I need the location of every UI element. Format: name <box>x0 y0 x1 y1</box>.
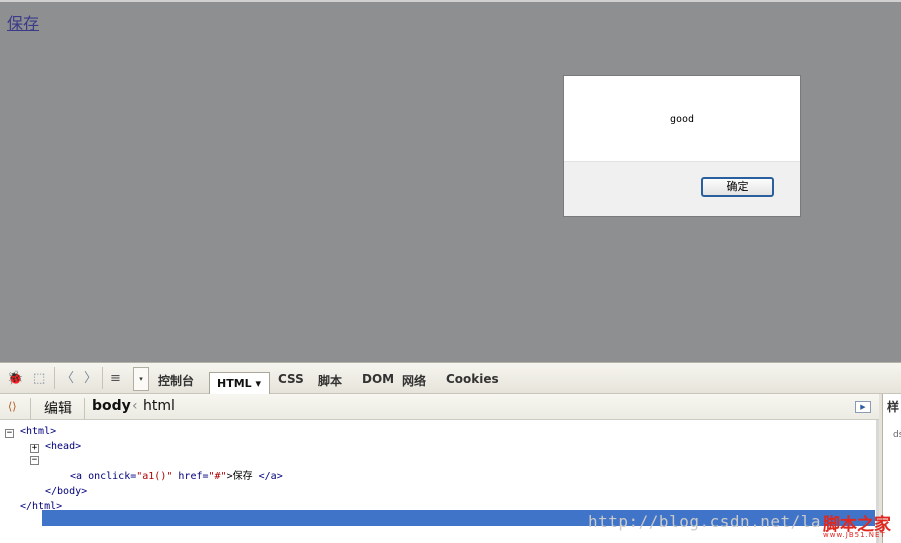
alert-footer: 确定 <box>564 161 800 216</box>
anchor-attr-href: href= <box>178 471 209 482</box>
edit-mode-icon[interactable]: ⟨⟩ <box>8 400 17 413</box>
watermark-brand-sub: www.JB51.NET <box>823 531 886 539</box>
inspect-icon[interactable]: ⬚ <box>33 371 45 387</box>
anchor-val-onclick: "a1()" <box>136 471 173 482</box>
toolbar-divider <box>54 367 55 389</box>
tab-net[interactable]: 网络 <box>402 372 426 389</box>
anchor-tag-close: </a> <box>258 471 283 482</box>
tab-script[interactable]: 脚本 <box>318 372 342 389</box>
toolbar-divider <box>84 398 85 420</box>
firebug-toolbar: 🐞 ⬚ 〈 〉 ≡ ▾ 控制台 HTML ▾ CSS 脚本 DOM 网络 Coo… <box>0 362 901 395</box>
alert-dialog: good 确定 <box>563 75 801 217</box>
toolbar-divider <box>30 398 31 420</box>
toggle-side-panel-icon[interactable]: ▶ <box>855 401 871 413</box>
html-subtoolbar: ⟨⟩ 编辑 body ‹ html ▶ <box>0 394 879 420</box>
forward-icon[interactable]: 〉 <box>84 371 97 387</box>
anchor-attr-onclick: onclick= <box>88 471 137 482</box>
node-body-close[interactable]: </body> <box>45 485 87 499</box>
node-html-close[interactable]: </html> <box>20 500 62 514</box>
breadcrumb-separator-icon: ‹ <box>132 398 138 414</box>
breadcrumb-html[interactable]: html <box>143 398 175 414</box>
edit-button[interactable]: 编辑 <box>44 398 72 418</box>
list-menu-icon[interactable]: ≡ <box>110 371 121 387</box>
node-head[interactable]: <head> <box>45 440 81 454</box>
firebug-bug-icon[interactable]: 🐞 <box>7 371 23 387</box>
breadcrumb-body[interactable]: body <box>92 398 131 414</box>
panel-dropdown[interactable]: ▾ <box>133 367 149 391</box>
watermark-url: http://blog.csdn.net/la <box>588 512 822 531</box>
tab-cookies[interactable]: Cookies <box>446 372 499 386</box>
node-html-open[interactable]: <html> <box>20 425 56 439</box>
browser-top-border <box>0 0 901 2</box>
collapse-html-icon[interactable]: − <box>5 429 14 438</box>
node-body-open[interactable]: <body> <box>45 455 81 469</box>
alert-ok-button[interactable]: 确定 <box>701 177 774 197</box>
save-link[interactable]: 保存 <box>7 10 39 34</box>
anchor-val-href: "#" <box>208 471 227 482</box>
anchor-tag-open: <a <box>70 471 83 482</box>
tab-dom[interactable]: DOM <box>362 372 394 386</box>
anchor-text: >保存 <box>226 471 253 482</box>
node-anchor[interactable]: <a onclick="a1()" href="#">保存 </a> <box>70 470 283 484</box>
collapse-body-icon[interactable]: − <box>30 456 39 465</box>
side-panel-text: ds <box>893 430 901 440</box>
tab-html[interactable]: HTML ▾ <box>209 372 270 395</box>
side-tab-style[interactable]: 样 <box>887 398 899 415</box>
toolbar-divider <box>102 367 103 389</box>
back-icon[interactable]: 〈 <box>61 371 74 387</box>
tab-css[interactable]: CSS <box>278 372 304 386</box>
alert-message: good <box>669 114 695 125</box>
tab-console[interactable]: 控制台 <box>158 372 194 389</box>
expand-head-icon[interactable]: + <box>30 444 39 453</box>
